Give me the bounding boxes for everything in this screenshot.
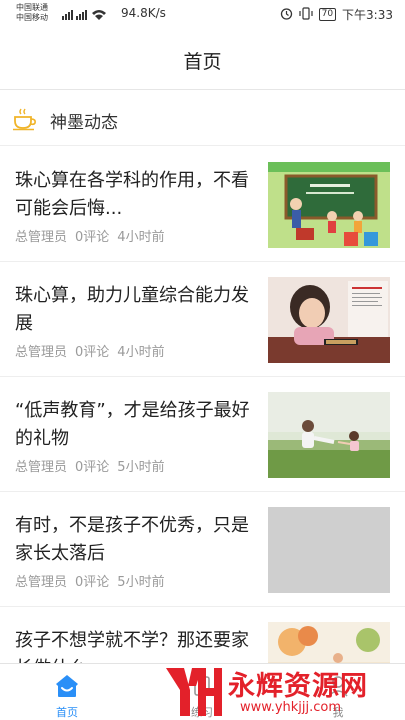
vibrate-icon — [298, 6, 313, 23]
news-title[interactable]: 珠心算，助力儿童综合能力发展 — [15, 282, 255, 338]
news-author: 总管理员 — [15, 345, 68, 360]
news-author: 总管理员 — [15, 575, 68, 590]
news-title[interactable]: 珠心算在各学科的作用，不看可能会后悔... — [15, 167, 255, 223]
news-thumbnail[interactable] — [268, 392, 390, 478]
section-header: 神墨动态 — [0, 91, 405, 146]
status-bar: 中国联通 中国移动 94.8K/s 70 下午3:33 — [0, 0, 405, 30]
watermark-logo — [166, 668, 222, 716]
news-author: 总管理员 — [15, 460, 68, 475]
news-time: 5小时前 — [117, 575, 165, 590]
news-meta: 总管理员 0评论 5小时前 — [15, 456, 173, 475]
news-time: 4小时前 — [117, 230, 165, 245]
news-meta: 总管理员 0评论 4小时前 — [15, 226, 173, 245]
news-author: 总管理员 — [15, 230, 68, 245]
section-title: 神墨动态 — [50, 113, 118, 133]
tab-home[interactable]: 首页 — [17, 664, 117, 720]
clock: 下午3:33 — [342, 8, 393, 22]
news-comments: 0评论 — [75, 230, 110, 245]
news-title[interactable]: 有时，不是孩子不优秀，只是家长太落后 — [15, 512, 255, 568]
status-right: 70 下午3:33 — [280, 6, 393, 23]
news-item[interactable]: “低声教育”，才是给孩子最好的礼物 总管理员 0评论 5小时前 — [0, 377, 405, 492]
carrier-primary: 中国联通 — [16, 3, 48, 12]
news-item[interactable]: 有时，不是孩子不优秀，只是家长太落后 总管理员 0评论 5小时前 — [0, 492, 405, 607]
news-time: 4小时前 — [117, 345, 165, 360]
news-time: 5小时前 — [117, 460, 165, 475]
watermark-text: 永辉资源网 — [228, 671, 368, 702]
net-speed: 94.8K/s — [121, 6, 166, 20]
news-comments: 0评论 — [75, 460, 110, 475]
news-title[interactable]: “低声教育”，才是给孩子最好的礼物 — [15, 397, 255, 453]
signal-icon — [62, 8, 114, 23]
news-comments: 0评论 — [75, 345, 110, 360]
news-item[interactable]: 珠心算在各学科的作用，不看可能会后悔... 总管理员 0评论 4小时前 — [0, 147, 405, 262]
page-title: 首页 — [183, 51, 222, 73]
watermark: 永辉资源网 www.yhkjjj.com — [162, 664, 405, 720]
watermark-url: www.yhkjjj.com — [240, 700, 342, 715]
cup-icon — [13, 108, 36, 131]
alarm-icon — [280, 7, 293, 23]
news-thumbnail-placeholder[interactable] — [268, 507, 390, 593]
news-item[interactable]: 珠心算，助力儿童综合能力发展 总管理员 0评论 4小时前 — [0, 262, 405, 377]
news-thumbnail[interactable] — [268, 277, 390, 363]
home-icon — [56, 675, 78, 697]
tab-label: 首页 — [56, 706, 78, 719]
app-header: 首页 — [0, 30, 405, 90]
news-thumbnail[interactable] — [268, 162, 390, 248]
carrier-info: 中国联通 中国移动 — [16, 3, 48, 23]
news-meta: 总管理员 0评论 4小时前 — [15, 341, 173, 360]
news-comments: 0评论 — [75, 575, 110, 590]
news-meta: 总管理员 0评论 5小时前 — [15, 571, 173, 590]
battery-level: 70 — [318, 8, 337, 21]
carrier-secondary: 中国移动 — [16, 13, 48, 22]
